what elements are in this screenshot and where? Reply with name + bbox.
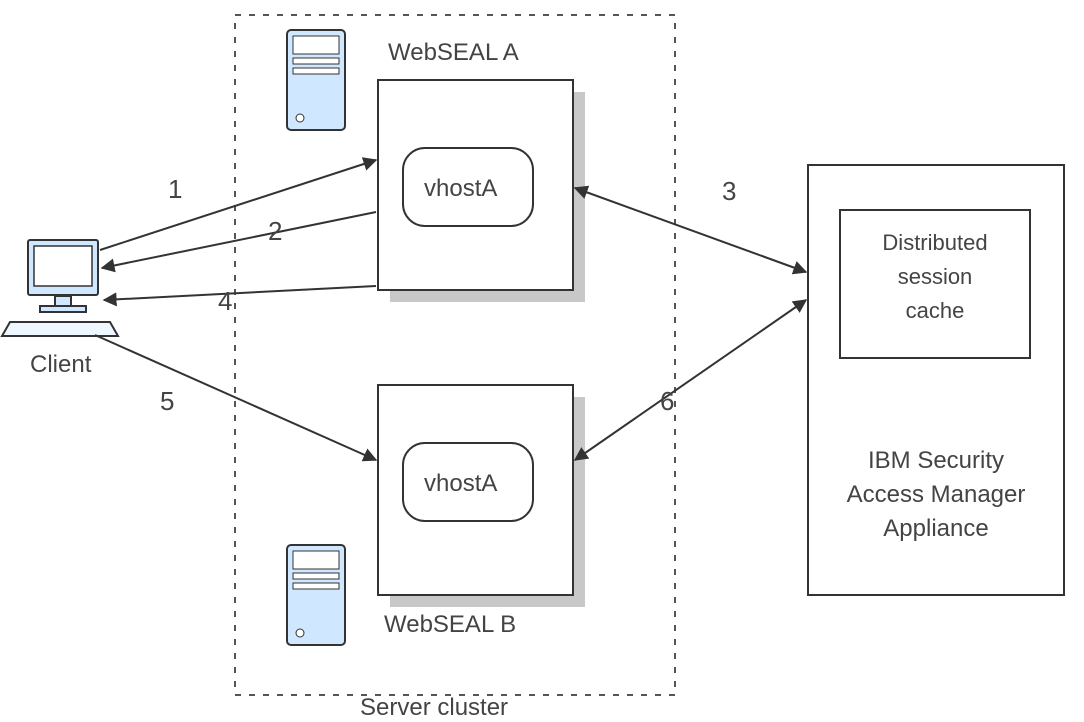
vhost-b-label: vhostA — [424, 470, 497, 497]
cache-line1: Distributed — [882, 230, 987, 255]
architecture-diagram: Server cluster Client WebSEAL A vhostA W… — [0, 0, 1084, 722]
appliance-line3: Appliance — [883, 515, 988, 542]
client-label: Client — [30, 351, 92, 378]
webseal-b-label: WebSEAL B — [384, 611, 516, 638]
step-3: 3 — [722, 176, 736, 206]
webseal-a-label: WebSEAL A — [388, 39, 519, 66]
appliance-line1: IBM Security — [868, 447, 1004, 474]
arrow-4 — [104, 286, 376, 300]
server-a-icon — [287, 30, 345, 130]
step-1: 1 — [168, 174, 182, 204]
appliance-line2: Access Manager — [847, 481, 1026, 508]
cache-line3: cache — [906, 298, 965, 323]
step-2: 2 — [268, 216, 282, 246]
arrow-6 — [575, 300, 806, 460]
arrow-2 — [102, 212, 376, 268]
arrow-5 — [95, 335, 376, 460]
server-cluster-label: Server cluster — [360, 694, 508, 721]
server-b-icon — [287, 545, 345, 645]
arrow-3 — [575, 188, 806, 272]
step-4: 4 — [218, 286, 232, 316]
vhost-a-label: vhostA — [424, 175, 497, 202]
step-5: 5 — [160, 386, 174, 416]
step-6: 6 — [660, 386, 674, 416]
cache-line2: session — [898, 264, 973, 289]
client-workstation-icon — [2, 240, 118, 336]
arrow-1 — [100, 160, 376, 250]
